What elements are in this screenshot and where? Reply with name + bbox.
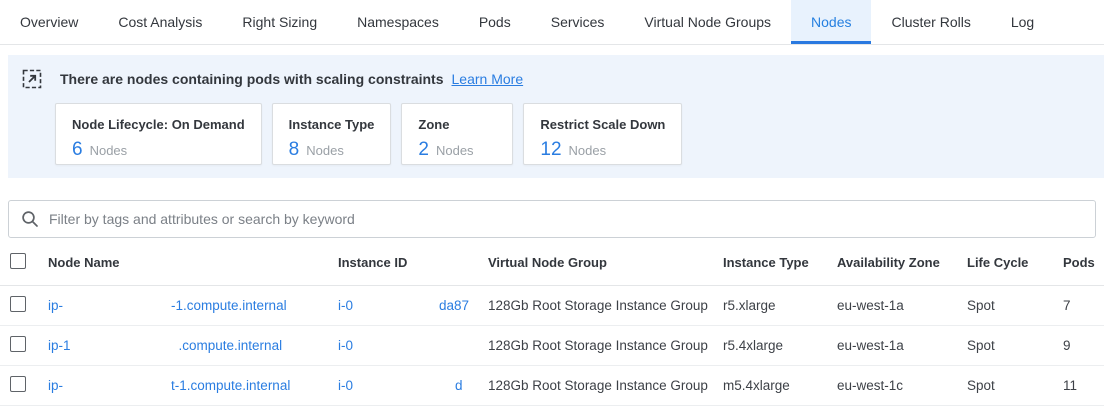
cluster-tabbar: Overview Cost Analysis Right Sizing Name… bbox=[0, 0, 1104, 45]
tab-right-sizing[interactable]: Right Sizing bbox=[222, 0, 337, 44]
pods-cell: 11 bbox=[1063, 378, 1104, 393]
tab-cluster-rolls[interactable]: Cluster Rolls bbox=[871, 0, 990, 44]
card-count: 2 bbox=[418, 139, 429, 161]
tab-cost-analysis[interactable]: Cost Analysis bbox=[98, 0, 222, 44]
table-header-row: Node Name Instance ID Virtual Node Group… bbox=[0, 240, 1104, 286]
table-row[interactable]: ip-t-1.compute.internal i-0d 128Gb Root … bbox=[0, 366, 1104, 406]
banner-message: There are nodes containing pods with sca… bbox=[60, 71, 444, 87]
col-availability-zone: Availability Zone bbox=[837, 255, 967, 270]
col-virtual-node-group: Virtual Node Group bbox=[488, 255, 723, 270]
table-row[interactable]: ip-1.compute.internal i-0 128Gb Root Sto… bbox=[0, 326, 1104, 366]
card-unit: Nodes bbox=[569, 143, 607, 158]
virtual-node-group-cell: 128Gb Root Storage Instance Group bbox=[488, 298, 723, 313]
search-input[interactable] bbox=[49, 211, 1083, 227]
card-count: 12 bbox=[540, 139, 561, 161]
card-zone[interactable]: Zone 2 Nodes bbox=[401, 103, 513, 165]
scaling-constraints-banner: There are nodes containing pods with sca… bbox=[8, 55, 1104, 178]
card-node-lifecycle-on-demand[interactable]: Node Lifecycle: On Demand 6 Nodes bbox=[55, 103, 262, 165]
col-life-cycle: Life Cycle bbox=[967, 255, 1063, 270]
life-cycle-cell: Spot bbox=[967, 298, 1063, 313]
tab-nodes[interactable]: Nodes bbox=[791, 0, 871, 44]
card-title: Instance Type bbox=[289, 117, 375, 132]
instance-type-cell: r5.4xlarge bbox=[723, 338, 837, 353]
scaling-constraint-icon bbox=[22, 69, 42, 89]
instance-id-link[interactable]: i-0d bbox=[338, 378, 488, 393]
col-node-name: Node Name bbox=[48, 255, 338, 270]
card-title: Restrict Scale Down bbox=[540, 117, 665, 132]
tab-virtual-node-groups[interactable]: Virtual Node Groups bbox=[624, 0, 791, 44]
node-name-link[interactable]: ip--1.compute.internal bbox=[48, 298, 338, 313]
tab-log[interactable]: Log bbox=[991, 0, 1054, 44]
instance-type-cell: m5.4xlarge bbox=[723, 378, 837, 393]
nodes-table: Node Name Instance ID Virtual Node Group… bbox=[0, 240, 1104, 406]
card-count: 6 bbox=[72, 139, 83, 161]
instance-id-link[interactable]: i-0 bbox=[338, 338, 488, 353]
life-cycle-cell: Spot bbox=[967, 338, 1063, 353]
card-restrict-scale-down[interactable]: Restrict Scale Down 12 Nodes bbox=[523, 103, 682, 165]
card-count: 8 bbox=[289, 139, 300, 161]
availability-zone-cell: eu-west-1a bbox=[837, 338, 967, 353]
pods-cell: 7 bbox=[1063, 298, 1104, 313]
card-title: Node Lifecycle: On Demand bbox=[72, 117, 245, 132]
instance-id-link[interactable]: i-0da87 bbox=[338, 298, 488, 313]
tab-pods[interactable]: Pods bbox=[459, 0, 531, 44]
instance-type-cell: r5.xlarge bbox=[723, 298, 837, 313]
row-checkbox[interactable] bbox=[10, 336, 26, 352]
availability-zone-cell: eu-west-1a bbox=[837, 298, 967, 313]
virtual-node-group-cell: 128Gb Root Storage Instance Group bbox=[488, 338, 723, 353]
filter-search-box[interactable] bbox=[8, 200, 1096, 238]
card-instance-type[interactable]: Instance Type 8 Nodes bbox=[272, 103, 392, 165]
constraint-cards: Node Lifecycle: On Demand 6 Nodes Instan… bbox=[55, 103, 1088, 165]
node-name-link[interactable]: ip-t-1.compute.internal bbox=[48, 378, 338, 393]
search-icon bbox=[21, 210, 39, 228]
card-unit: Nodes bbox=[436, 143, 474, 158]
col-instance-type: Instance Type bbox=[723, 255, 837, 270]
card-unit: Nodes bbox=[306, 143, 344, 158]
tab-overview[interactable]: Overview bbox=[0, 0, 98, 44]
tab-services[interactable]: Services bbox=[531, 0, 625, 44]
table-row[interactable]: ip--1.compute.internal i-0da87 128Gb Roo… bbox=[0, 286, 1104, 326]
select-all-checkbox[interactable] bbox=[10, 253, 26, 269]
node-name-link[interactable]: ip-1.compute.internal bbox=[48, 338, 338, 353]
availability-zone-cell: eu-west-1c bbox=[837, 378, 967, 393]
virtual-node-group-cell: 128Gb Root Storage Instance Group bbox=[488, 378, 723, 393]
row-checkbox[interactable] bbox=[10, 296, 26, 312]
tab-namespaces[interactable]: Namespaces bbox=[337, 0, 459, 44]
life-cycle-cell: Spot bbox=[967, 378, 1063, 393]
learn-more-link[interactable]: Learn More bbox=[452, 71, 524, 87]
col-pods: Pods bbox=[1063, 255, 1104, 270]
card-title: Zone bbox=[418, 117, 496, 132]
card-unit: Nodes bbox=[90, 143, 128, 158]
pods-cell: 9 bbox=[1063, 338, 1104, 353]
row-checkbox[interactable] bbox=[10, 376, 26, 392]
col-instance-id: Instance ID bbox=[338, 255, 488, 270]
